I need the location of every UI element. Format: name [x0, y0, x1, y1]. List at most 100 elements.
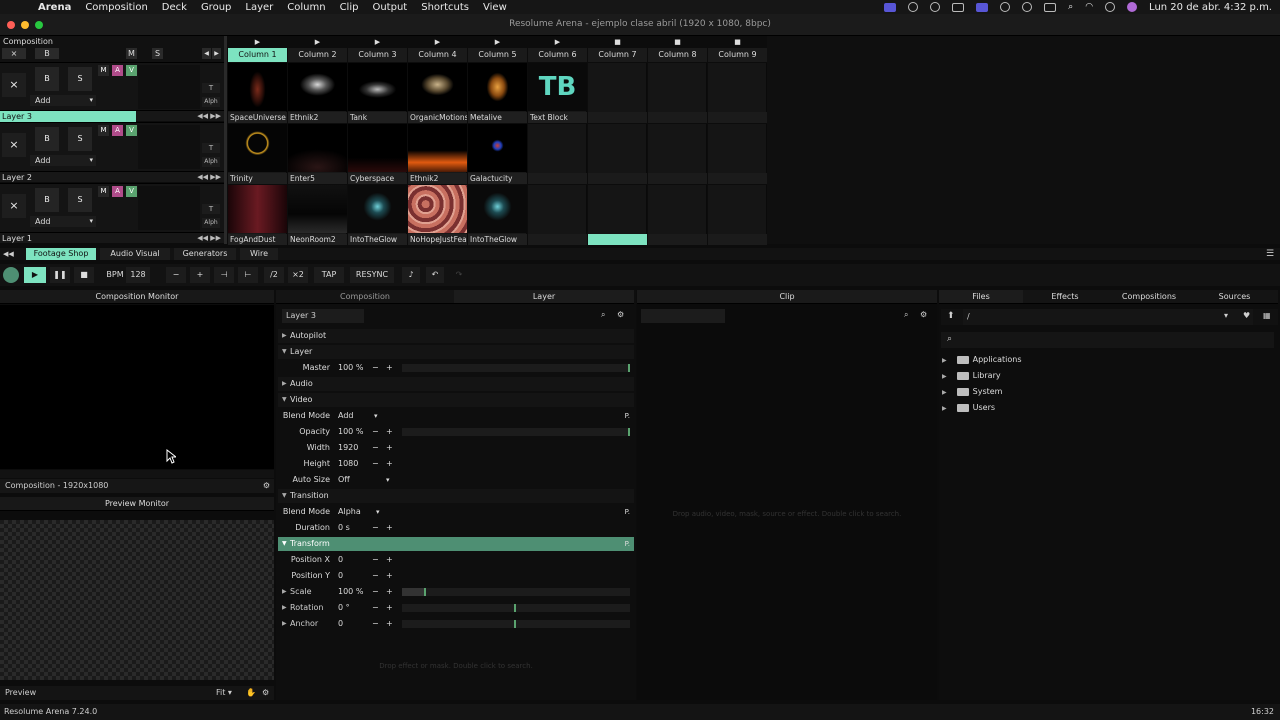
tree-item-applications[interactable]: ▶ Applications	[942, 353, 1022, 367]
screen-share-icon[interactable]	[884, 2, 897, 12]
clip-drop-hint[interactable]: Drop audio, video, mask, source or effec…	[640, 510, 934, 518]
column-header-5[interactable]: Column 5	[468, 48, 527, 62]
stop-button[interactable]: ■	[74, 267, 94, 283]
redo-icon[interactable]: ↷	[450, 267, 468, 283]
clip-slot[interactable]: Metalive	[468, 63, 527, 123]
anchor-slider[interactable]	[402, 620, 630, 628]
empty-clip-slot[interactable]	[708, 63, 767, 123]
scale-slider[interactable]	[402, 588, 630, 596]
section-transform[interactable]: ▼ Transform P.	[278, 537, 634, 551]
column-header-6[interactable]: Column 6	[528, 48, 587, 62]
layer-opacity-fader[interactable]	[138, 125, 200, 169]
column-trigger-7[interactable]: ■	[588, 37, 647, 47]
layer-search-icon[interactable]: ⌕	[601, 310, 605, 320]
chevron-down-icon[interactable]: ▾	[1224, 311, 1228, 320]
layer-alpha-button[interactable]: Alph	[202, 157, 220, 167]
battery-icon[interactable]	[1044, 2, 1057, 12]
position-y-decrease[interactable]: −	[372, 569, 379, 583]
width-value[interactable]: 1920	[338, 441, 358, 455]
tree-item-system[interactable]: ▶ System	[942, 385, 1002, 399]
panel-menu-icon[interactable]: ☰	[1266, 248, 1274, 260]
column-header-3[interactable]: Column 3	[348, 48, 407, 62]
layer-transition-button[interactable]: T	[202, 143, 220, 153]
height-increase[interactable]: +	[386, 457, 393, 471]
anchor-increase[interactable]: +	[386, 617, 393, 631]
position-x-increase[interactable]: +	[386, 553, 393, 567]
duration-value[interactable]: 0 s	[338, 521, 350, 535]
section-transition[interactable]: ▼ Transition	[278, 489, 634, 503]
airdrop-icon[interactable]	[930, 2, 941, 12]
expand-icon[interactable]: ▶	[282, 585, 287, 599]
expand-icon[interactable]: ▶	[282, 601, 287, 615]
tree-item-library[interactable]: ▶ Library	[942, 369, 1001, 383]
tap-button[interactable]: TAP	[314, 267, 344, 283]
layer-label-3[interactable]: Layer 3 ◀◀ ▶▶	[0, 110, 224, 122]
layer-opacity-fader[interactable]	[138, 65, 200, 109]
layer-solo-button[interactable]: S	[68, 67, 92, 91]
tab-effects[interactable]: Effects	[1023, 290, 1107, 304]
layer-label-1[interactable]: Layer 1 ◀◀ ▶▶	[0, 232, 224, 243]
width-decrease[interactable]: −	[372, 441, 379, 455]
layer-video-button[interactable]: V	[126, 65, 137, 76]
rotation-value[interactable]: 0 °	[338, 601, 350, 615]
clip-slot[interactable]: SpaceUniverse	[228, 63, 287, 123]
empty-clip-slot[interactable]	[528, 124, 587, 184]
master-value[interactable]: 100 %	[338, 361, 363, 375]
layer-opacity-fader[interactable]	[138, 186, 200, 230]
blend-mode-dropdown[interactable]: Add	[338, 409, 354, 423]
play-status-icon[interactable]	[1000, 2, 1011, 12]
bpm-half-button[interactable]: /2	[264, 267, 284, 283]
master-increase[interactable]: +	[386, 361, 393, 375]
mirror-icon[interactable]	[976, 2, 989, 12]
layer-blend-dropdown[interactable]: Add	[30, 216, 96, 227]
layer-audio-button[interactable]: A	[112, 125, 123, 136]
clip-slot[interactable]: Galactucity	[468, 124, 527, 184]
tab-composition-properties[interactable]: Composition	[276, 290, 454, 304]
column-trigger-5[interactable]: ▶	[468, 37, 527, 47]
section-video[interactable]: ▼ Video	[278, 393, 634, 407]
column-trigger-3[interactable]: ▶	[348, 37, 407, 47]
clip-slot[interactable]: Trinity	[228, 124, 287, 184]
section-autopilot[interactable]: ▶ Autopilot	[278, 329, 634, 343]
p-badge[interactable]: P.	[625, 537, 630, 551]
metronome-icon[interactable]: ♪	[402, 267, 420, 283]
scale-value[interactable]: 100 %	[338, 585, 363, 599]
favorite-icon[interactable]: ♥	[1243, 311, 1250, 320]
width-increase[interactable]: +	[386, 441, 393, 455]
menu-clip[interactable]: Clip	[340, 2, 359, 13]
tabs-skip-back-icon[interactable]: ◀◀	[3, 248, 14, 260]
clip-slot[interactable]: IntoTheGlow	[348, 185, 407, 245]
composition-solo-button[interactable]: S	[152, 48, 163, 59]
column-header-4[interactable]: Column 4	[408, 48, 467, 62]
pause-button[interactable]: ❚❚	[50, 267, 70, 283]
layer-transition-button[interactable]: T	[202, 83, 220, 93]
clear-layer-button[interactable]: ×	[2, 194, 26, 218]
menu-arena[interactable]: Arena	[38, 2, 71, 13]
scale-increase[interactable]: +	[386, 585, 393, 599]
section-layer[interactable]: ▼ Layer	[278, 345, 634, 359]
layer-label-2[interactable]: Layer 2 ◀◀ ▶▶	[0, 171, 224, 182]
clip-name-field[interactable]	[641, 309, 725, 323]
layer-video-button[interactable]: V	[126, 186, 137, 197]
up-folder-icon[interactable]: ⬆	[947, 311, 955, 321]
nudge-left-button[interactable]: ⊣	[214, 267, 234, 283]
grid-view-icon[interactable]: ▦	[1263, 311, 1271, 320]
menu-output[interactable]: Output	[372, 2, 407, 13]
layer-bypass-button[interactable]: B	[35, 188, 59, 212]
clip-slot[interactable]: FogAndDust	[228, 185, 287, 245]
clock-source-icon[interactable]	[3, 267, 19, 283]
empty-clip-slot[interactable]	[708, 185, 767, 245]
clip-slot[interactable]: Ethnik2	[408, 124, 467, 184]
undo-icon[interactable]: ↶	[426, 267, 444, 283]
menu-view[interactable]: View	[483, 2, 507, 13]
transition-blend-dropdown[interactable]: Alpha	[338, 505, 361, 519]
layer-audio-button[interactable]: A	[112, 186, 123, 197]
empty-clip-slot[interactable]	[528, 185, 587, 245]
tree-item-users[interactable]: ▶ Users	[942, 401, 995, 415]
empty-clip-slot[interactable]	[588, 124, 647, 184]
duration-increase[interactable]: +	[386, 521, 393, 535]
empty-clip-slot[interactable]	[648, 185, 707, 245]
clear-composition-button[interactable]: ×	[2, 48, 26, 59]
empty-clip-slot[interactable]	[708, 124, 767, 184]
tab-layer-properties[interactable]: Layer	[454, 290, 634, 304]
